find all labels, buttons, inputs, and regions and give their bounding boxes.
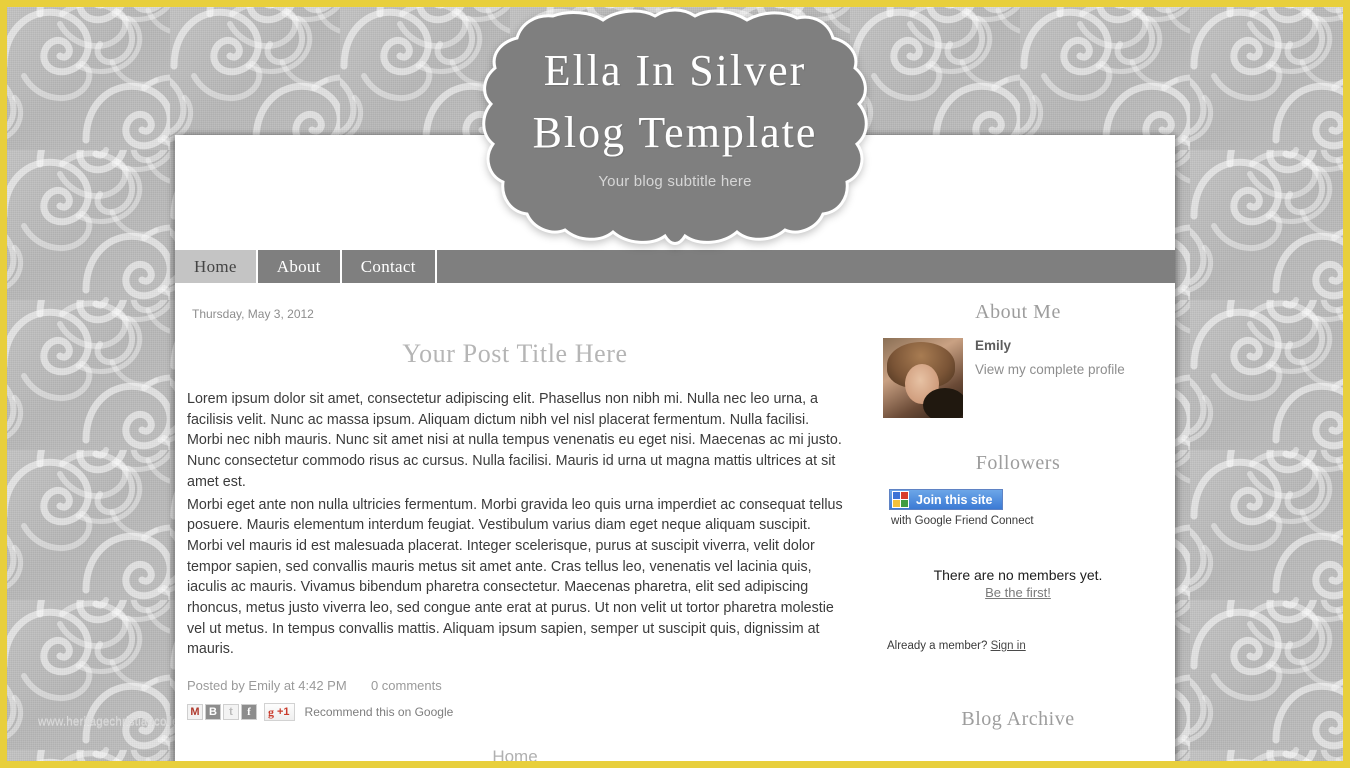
blog-archive-heading: Blog Archive xyxy=(961,708,1075,730)
join-button-label: Join this site xyxy=(916,492,993,507)
avatar-shadow xyxy=(923,388,963,418)
post-author-time: Posted by Emily at 4:42 PM xyxy=(187,678,347,694)
sidebar: About Me Emily View my complete profile … xyxy=(875,301,1175,767)
gfc-subtitle: with Google Friend Connect xyxy=(891,515,1034,527)
post-paragraph-2: Morbi eget ante non nulla ultricies ferm… xyxy=(187,496,843,658)
blog-title-line2: Blog Template xyxy=(532,108,818,157)
gmail-share-icon[interactable]: M xyxy=(187,704,203,721)
profile-name: Emily xyxy=(975,338,1012,353)
post-paragraph-1: Lorem ipsum dolor sit amet, consectetur … xyxy=(187,391,842,490)
be-the-first-link[interactable]: Be the first! xyxy=(883,585,1153,600)
followers-heading: Followers xyxy=(975,452,1061,474)
post-column: Thursday, May 3, 2012 Your Post Title He… xyxy=(175,301,875,767)
sign-in-link[interactable]: Sign in xyxy=(991,640,1026,652)
nav-item-about[interactable]: About xyxy=(258,250,342,283)
share-row: M B t f g +1 Recommend this on Google xyxy=(187,703,843,722)
blog-title-line1: Ella In Silver xyxy=(543,46,807,95)
already-member-label: Already a member? xyxy=(887,640,988,652)
google-g-icon: g xyxy=(268,704,274,719)
about-me-heading: About Me xyxy=(975,301,1061,323)
post-title: Your Post Title Here xyxy=(402,339,628,368)
followers-widget: Followers Join this site with Google Fri… xyxy=(883,452,1153,652)
recommend-on-google-link[interactable]: Recommend this on Google xyxy=(305,705,454,719)
profile-text: Emily View my complete profile xyxy=(975,338,1125,418)
bottom-home-link[interactable]: Home xyxy=(187,747,843,767)
profile-row: Emily View my complete profile xyxy=(883,338,1153,418)
nav-item-home[interactable]: Home xyxy=(175,250,258,283)
main-navigation: Home About Contact xyxy=(175,250,1175,283)
post-date: Thursday, May 3, 2012 xyxy=(192,307,314,321)
blog-archive-widget: Blog Archive xyxy=(883,708,1153,731)
blogger-share-icon[interactable]: B xyxy=(205,704,221,721)
columns-container: Thursday, May 3, 2012 Your Post Title He… xyxy=(175,283,1175,767)
avatar[interactable] xyxy=(883,338,963,418)
plusone-label: +1 xyxy=(277,706,290,719)
view-profile-link[interactable]: View my complete profile xyxy=(975,361,1125,378)
header-plaque-text: Ella In Silver Blog Template Your blog s… xyxy=(465,8,885,248)
post-body: Lorem ipsum dolor sit amet, consectetur … xyxy=(187,389,843,660)
nav-item-contact[interactable]: Contact xyxy=(342,250,437,283)
google-plusone-button[interactable]: g +1 xyxy=(264,703,295,722)
no-members-message: There are no members yet. xyxy=(933,567,1103,583)
facebook-share-icon[interactable]: f xyxy=(241,704,257,721)
twitter-share-icon[interactable]: t xyxy=(223,704,239,721)
already-member-row: Already a member? Sign in xyxy=(887,640,1153,652)
post-footer: Posted by Emily at 4:42 PM 0 comments M … xyxy=(187,678,843,722)
google-friend-connect-icon xyxy=(892,491,909,508)
comments-link[interactable]: 0 comments xyxy=(371,678,442,693)
blog-subtitle: Your blog subtitle here xyxy=(598,173,752,190)
join-this-site-button[interactable]: Join this site xyxy=(889,489,1004,510)
